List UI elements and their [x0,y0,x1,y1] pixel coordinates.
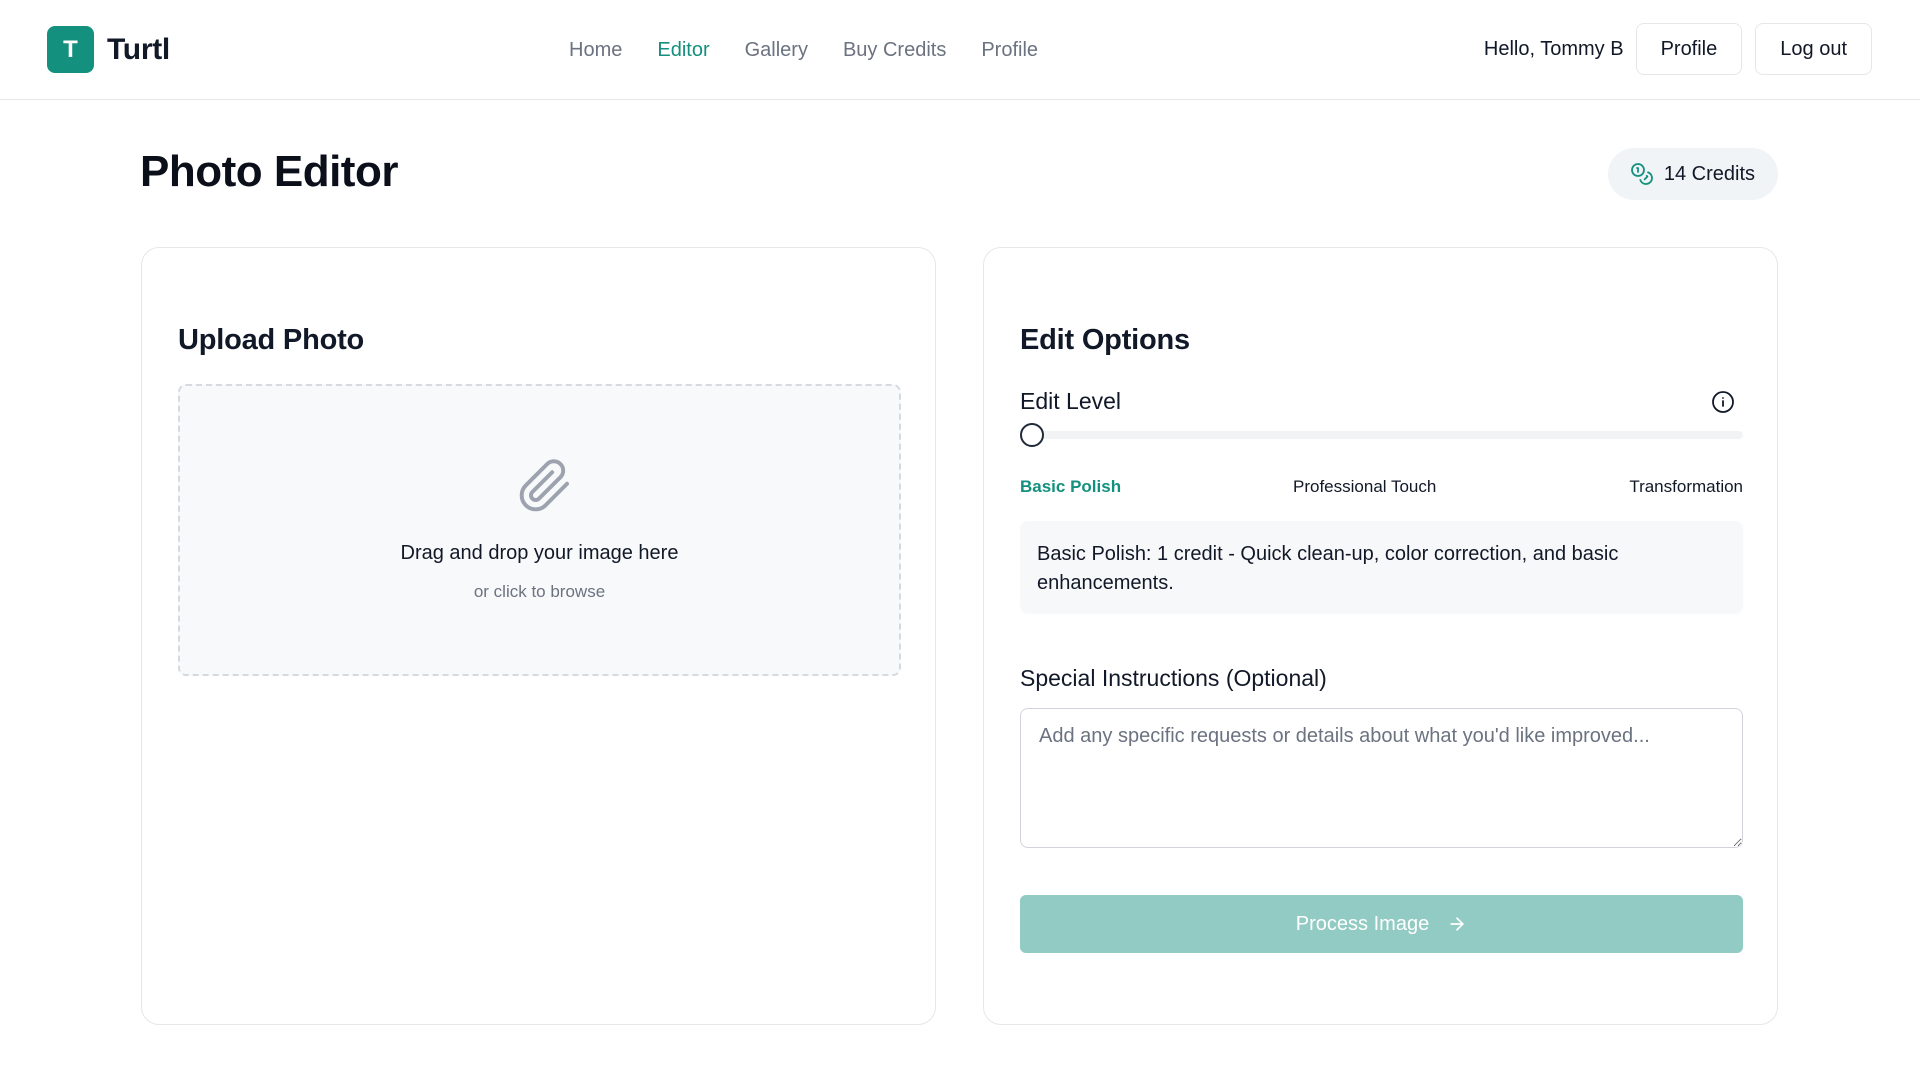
brand-name: Turtl [107,32,170,66]
instructions-label: Special Instructions (Optional) [1020,665,1327,691]
dropzone-browse-hint[interactable]: or click to browse [180,582,899,602]
brand-mark: T [47,26,94,73]
edit-level-options: Basic Polish Professional Touch Transfor… [1020,477,1743,499]
edit-level-slider-thumb[interactable] [1020,423,1044,447]
level-option-transformation[interactable]: Transformation [1629,477,1743,497]
credits-count: 14 Credits [1663,162,1755,185]
arrow-right-icon [1450,917,1464,931]
paperclip-icon [519,459,570,512]
nav-link-profile[interactable]: Profile [981,39,1038,62]
coins-icon [1630,163,1653,185]
edit-level-slider-track[interactable] [1020,431,1743,439]
nav-link-buy-credits[interactable]: Buy Credits [843,39,946,62]
user-greeting: Hello, Tommy B [1483,37,1624,60]
level-description: Basic Polish: 1 credit - Quick clean-up,… [1020,521,1743,614]
level-option-professional-touch[interactable]: Professional Touch [1293,477,1436,497]
edit-options-card: Edit Options Edit Level Basic Polish Pro… [983,247,1778,1025]
edit-level-label: Edit Level [1020,388,1122,414]
nav-link-gallery[interactable]: Gallery [745,39,808,62]
nav-link-home[interactable]: Home [569,39,622,62]
upload-card-title: Upload Photo [178,324,365,356]
edit-options-title: Edit Options [1020,324,1190,356]
page-title: Photo Editor [140,147,398,196]
nav-link-editor[interactable]: Editor [657,39,709,62]
level-option-basic-polish[interactable]: Basic Polish [1020,477,1121,497]
instructions-textarea[interactable] [1020,708,1743,848]
profile-button[interactable]: Profile [1635,23,1743,75]
credits-badge: 14 Credits [1607,148,1778,200]
upload-card: Upload Photo Drag and drop your image he… [141,247,936,1025]
process-image-label: Process Image [1295,912,1430,935]
main-nav: Home Editor Gallery Buy Credits Profile [569,35,1038,65]
top-navbar: T Turtl Home Editor Gallery Buy Credits … [0,0,1920,100]
dropzone-title: Drag and drop your image here [400,542,679,564]
logout-button[interactable]: Log out [1755,23,1872,75]
image-dropzone[interactable]: Drag and drop your image here or click t… [178,384,901,676]
process-image-button[interactable]: Process Image [1020,895,1743,953]
info-icon[interactable] [1711,390,1735,414]
brand-logo[interactable]: T Turtl [47,26,170,73]
user-area: Hello, Tommy B Profile Log out [1484,23,1872,75]
